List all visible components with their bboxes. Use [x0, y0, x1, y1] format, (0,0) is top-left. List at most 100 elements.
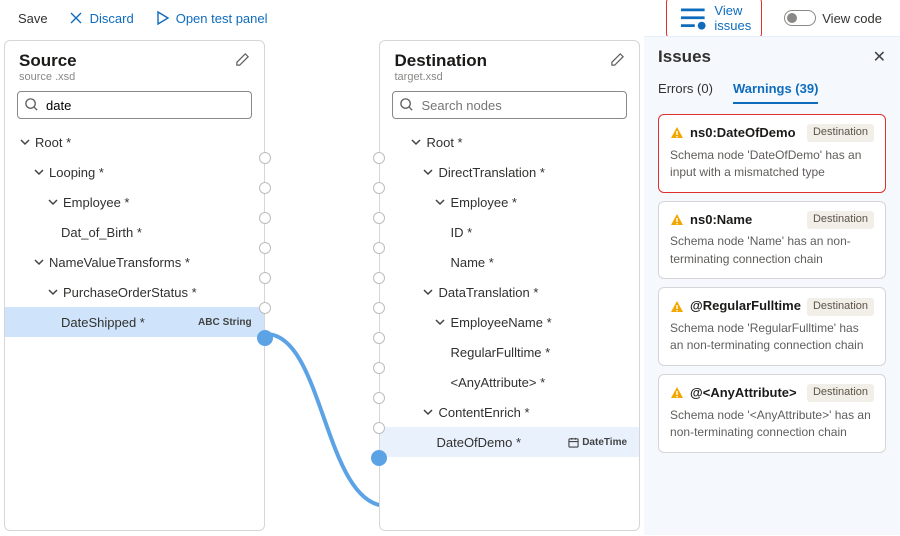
node-label: <AnyAttribute> * [450, 375, 545, 390]
node-label: Looping * [49, 165, 104, 180]
discard-icon [68, 10, 84, 26]
issue-card[interactable]: @RegularFulltime Destination Schema node… [658, 287, 886, 366]
issue-card[interactable]: ns0:DateOfDemo Destination Schema node '… [658, 114, 886, 193]
tree-node-nvt[interactable]: NameValueTransforms * [5, 247, 264, 277]
edit-source-button[interactable] [235, 52, 250, 70]
discard-label: Discard [90, 11, 134, 26]
tree-node-employee[interactable]: Employee * [380, 187, 639, 217]
issue-tag: Destination [807, 298, 874, 316]
issue-name: ns0:DateOfDemo [690, 124, 795, 143]
issue-message: Schema node 'RegularFulltime' has an non… [670, 320, 874, 355]
issues-tabs: Errors (0) Warnings (39) [658, 81, 886, 104]
pencil-icon [235, 52, 250, 67]
toolbar: Save Discard Open test panel View issues… [0, 0, 900, 36]
tab-errors[interactable]: Errors (0) [658, 81, 713, 104]
node-label: ContentEnrich * [438, 405, 529, 420]
warning-icon [670, 213, 684, 227]
connection-line [269, 36, 387, 536]
tree-node-root[interactable]: Root * [380, 127, 639, 157]
chevron-down-icon [33, 256, 45, 268]
view-issues-label: View issues [714, 3, 751, 33]
play-icon [154, 10, 170, 26]
chevron-down-icon [47, 286, 59, 298]
tree-node-dateofdemo[interactable]: DateOfDemo * DateTime [380, 427, 639, 457]
destination-pane: Destination target.xsd Root * DirectTran… [379, 40, 640, 531]
issue-message: Schema node 'Name' has an non-terminatin… [670, 233, 874, 268]
node-label: NameValueTransforms * [49, 255, 190, 270]
node-label: Employee * [450, 195, 516, 210]
issue-name: @<AnyAttribute> [690, 384, 797, 403]
chevron-down-icon [33, 166, 45, 178]
issue-card[interactable]: @<AnyAttribute> Destination Schema node … [658, 374, 886, 453]
node-label: DateOfDemo * [436, 435, 521, 450]
destination-subtitle: target.xsd [380, 71, 639, 91]
issues-panel: Issues ✕ Errors (0) Warnings (39) ns0:Da… [644, 36, 900, 535]
tree-node-regularfulltime[interactable]: RegularFulltime * [380, 337, 639, 367]
issues-icon [677, 2, 709, 34]
destination-title: Destination [394, 51, 487, 71]
search-icon [399, 97, 414, 112]
warning-icon [670, 386, 684, 400]
edit-destination-button[interactable] [610, 52, 625, 70]
pencil-icon [610, 52, 625, 67]
tree-node-dateshipped[interactable]: DateShipped * ABC String [5, 307, 264, 337]
tree-node-looping[interactable]: Looping * [5, 157, 264, 187]
chevron-down-icon [422, 406, 434, 418]
tree-node-employeename[interactable]: EmployeeName * [380, 307, 639, 337]
issue-tag: Destination [807, 211, 874, 229]
destination-search-input[interactable] [392, 91, 627, 119]
chevron-down-icon [434, 196, 446, 208]
chevron-down-icon [47, 196, 59, 208]
source-search-input[interactable] [17, 91, 252, 119]
issue-message: Schema node '<AnyAttribute>' has an non-… [670, 407, 874, 442]
search-icon [24, 97, 39, 112]
source-pane: Source source .xsd Root * Looping * Empl… [4, 40, 265, 531]
view-code-toggle[interactable]: View code [776, 6, 890, 30]
node-label: DirectTranslation * [438, 165, 544, 180]
node-label: Name * [450, 255, 493, 270]
issues-title: Issues [658, 47, 711, 67]
warning-icon [670, 126, 684, 140]
issue-card[interactable]: ns0:Name Destination Schema node 'Name' … [658, 201, 886, 280]
discard-button[interactable]: Discard [60, 6, 142, 30]
toggle-icon [784, 10, 816, 26]
node-label: Root * [426, 135, 462, 150]
node-label: DataTranslation * [438, 285, 538, 300]
node-label: PurchaseOrderStatus * [63, 285, 197, 300]
tree-node-name[interactable]: Name * [380, 247, 639, 277]
open-test-panel-button[interactable]: Open test panel [146, 6, 276, 30]
tree-node-pos[interactable]: PurchaseOrderStatus * [5, 277, 264, 307]
source-tree: Root * Looping * Employee * Dat_of_Birth… [5, 125, 264, 526]
tree-node-dob[interactable]: Dat_of_Birth * [5, 217, 264, 247]
type-badge: ABC String [198, 317, 252, 328]
chevron-down-icon [422, 286, 434, 298]
tree-node-id[interactable]: ID * [380, 217, 639, 247]
chevron-down-icon [19, 136, 31, 148]
chevron-down-icon [434, 316, 446, 328]
node-label: Dat_of_Birth * [61, 225, 142, 240]
warning-icon [670, 300, 684, 314]
tree-node-contentenrich[interactable]: ContentEnrich * [380, 397, 639, 427]
tree-node-anyattribute[interactable]: <AnyAttribute> * [380, 367, 639, 397]
close-issues-button[interactable]: ✕ [873, 47, 886, 67]
open-test-panel-label: Open test panel [176, 11, 268, 26]
chevron-down-icon [410, 136, 422, 148]
tree-node-root[interactable]: Root * [5, 127, 264, 157]
issue-message: Schema node 'DateOfDemo' has an input wi… [670, 147, 874, 182]
save-button[interactable]: Save [10, 7, 56, 30]
issue-tag: Destination [807, 384, 874, 402]
tree-node-employee[interactable]: Employee * [5, 187, 264, 217]
node-label: Root * [35, 135, 71, 150]
node-label: ID * [450, 225, 472, 240]
tree-node-datatranslation[interactable]: DataTranslation * [380, 277, 639, 307]
tree-node-directtranslation[interactable]: DirectTranslation * [380, 157, 639, 187]
save-label: Save [18, 11, 48, 26]
source-title: Source [19, 51, 77, 71]
tab-warnings[interactable]: Warnings (39) [733, 81, 818, 104]
node-label: EmployeeName * [450, 315, 551, 330]
canvas-gap [269, 36, 376, 535]
view-issues-button[interactable]: View issues [666, 0, 762, 38]
calendar-icon [568, 437, 579, 448]
issue-tag: Destination [807, 124, 874, 142]
node-label: DateShipped * [61, 315, 145, 330]
